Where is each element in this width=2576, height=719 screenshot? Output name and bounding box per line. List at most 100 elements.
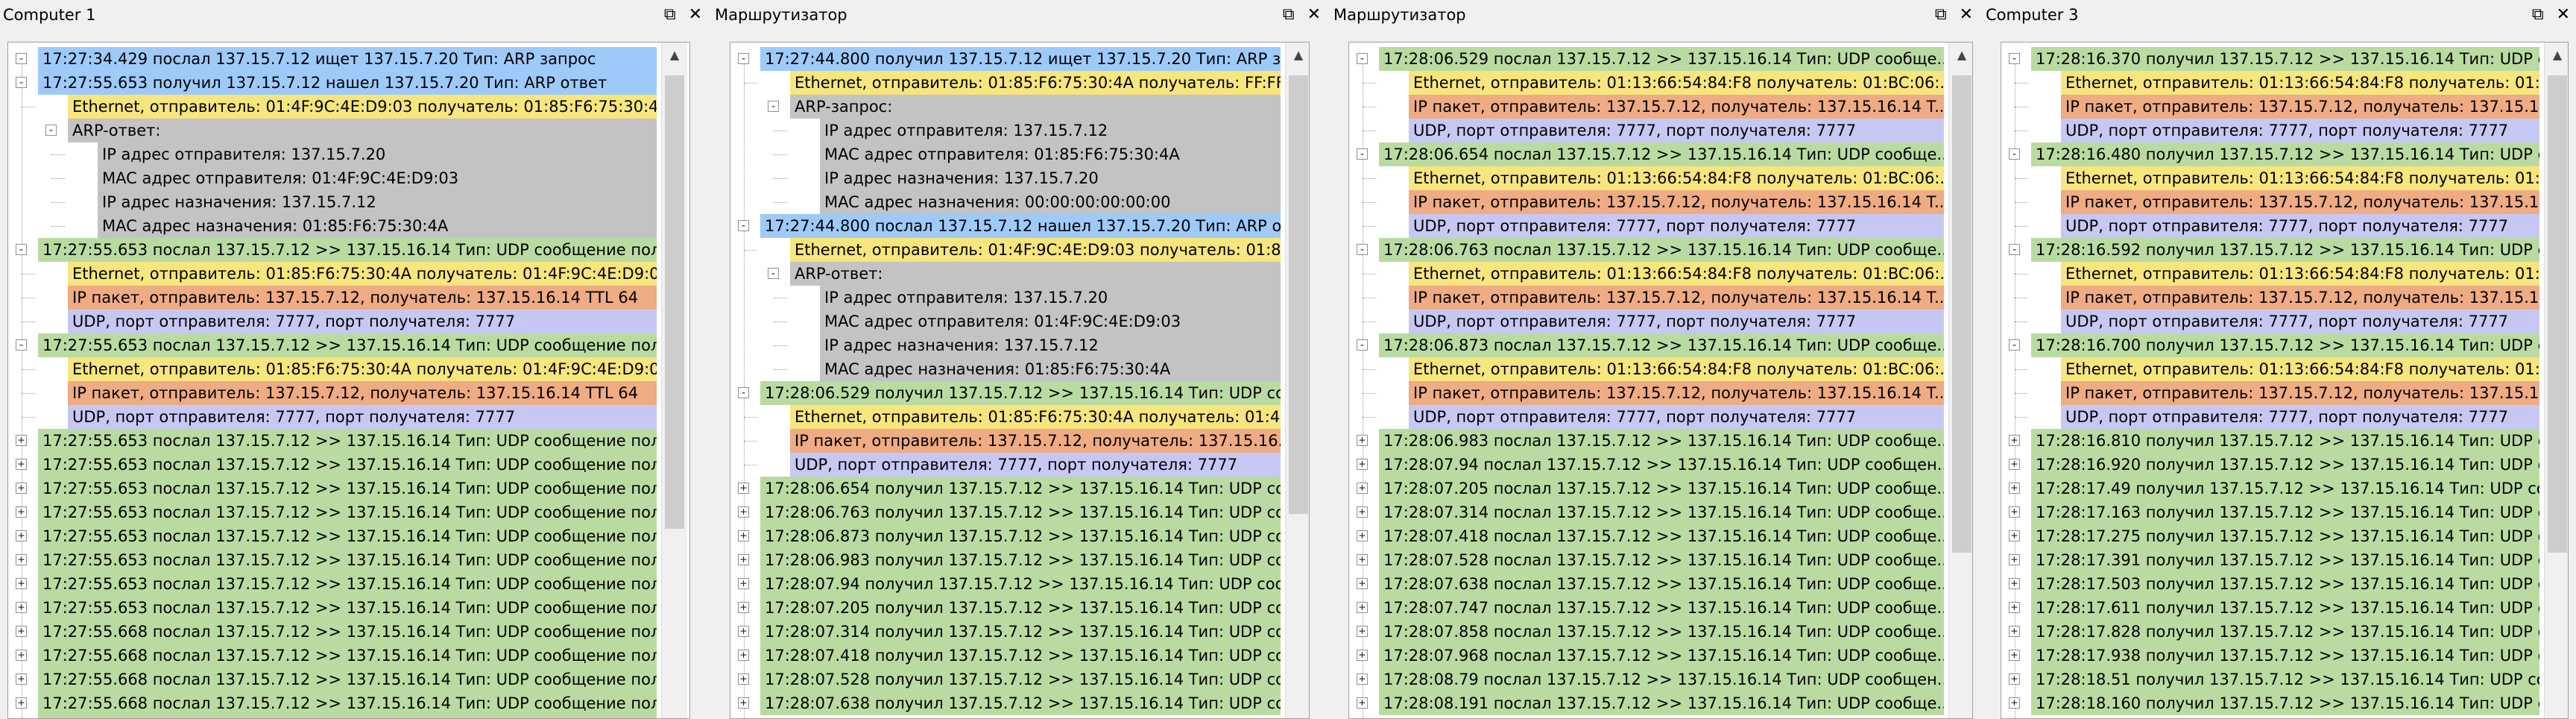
ethernet-detail-row[interactable]: Ethernet, отправитель: 01:85:F6:75:30:4A…	[8, 262, 657, 286]
collapse-icon[interactable]: -	[1357, 339, 1368, 351]
udp-event-row[interactable]: +17:28:17.503 получил 137.15.7.12 >> 137…	[2001, 572, 2539, 596]
udp-event-row[interactable]: +17:28:06.763 получил 137.15.7.12 >> 137…	[730, 500, 1281, 524]
expand-icon[interactable]: +	[1357, 626, 1368, 637]
expand-icon[interactable]: +	[1357, 530, 1368, 541]
scroll-up-icon[interactable]: ▲	[662, 43, 687, 68]
collapse-icon[interactable]: -	[1357, 244, 1368, 255]
udp-event-row[interactable]: +17:28:07.418 получил 137.15.7.12 >> 137…	[730, 644, 1281, 668]
expand-icon[interactable]: +	[2009, 554, 2020, 565]
expand-icon[interactable]: +	[2009, 530, 2020, 541]
ip-detail-row[interactable]: IP пакет, отправитель: 137.15.7.12, полу…	[2001, 95, 2539, 119]
restore-icon[interactable]: ⧉	[664, 4, 676, 25]
restore-icon[interactable]: ⧉	[2532, 4, 2544, 25]
close-icon[interactable]: ✕	[1960, 4, 1973, 25]
expand-icon[interactable]: +	[1357, 435, 1368, 446]
expand-icon[interactable]: +	[738, 674, 749, 685]
udp-event-row[interactable]: -17:27:55.653 послал 137.15.7.12 >> 137.…	[8, 238, 657, 262]
arp-event-row[interactable]: -17:27:55.653 получил 137.15.7.12 нашел …	[8, 71, 657, 95]
arp-event-row[interactable]: -17:27:34.429 послал 137.15.7.12 ищет 13…	[8, 47, 657, 71]
vertical-scrollbar[interactable]: ▲	[2544, 43, 2568, 718]
ethernet-detail-row[interactable]: Ethernet, отправитель: 01:13:66:54:84:F8…	[1349, 166, 1944, 190]
expand-icon[interactable]: +	[16, 554, 27, 565]
expand-icon[interactable]: +	[1357, 674, 1368, 685]
arp-detail-row[interactable]: MAC адрес отправителя: 01:4F:9C:4E:D9:03	[8, 166, 657, 190]
udp-event-row[interactable]: -17:28:06.529 получил 137.15.7.12 >> 137…	[730, 381, 1281, 405]
ethernet-detail-row[interactable]: Ethernet, отправитель: 01:4F:9C:4E:D9:03…	[8, 95, 657, 119]
expand-icon[interactable]: +	[2009, 650, 2020, 661]
collapse-icon[interactable]: -	[2009, 244, 2020, 255]
expand-icon[interactable]: +	[16, 530, 27, 541]
udp-port-detail-row[interactable]: UDP, порт отправителя: 7777, порт получа…	[2001, 214, 2539, 238]
udp-event-row[interactable]: +17:28:07.528 послал 137.15.7.12 >> 137.…	[1349, 548, 1944, 572]
vertical-scrollbar[interactable]: ▲	[1285, 43, 1309, 718]
udp-event-row[interactable]: +17:28:07.638 послал 137.15.7.12 >> 137.…	[1349, 572, 1944, 596]
expand-icon[interactable]: +	[16, 650, 27, 661]
close-icon[interactable]: ✕	[2557, 4, 2570, 25]
expand-icon[interactable]: +	[738, 506, 749, 518]
event-tree[interactable]: -17:27:44.800 получил 137.15.7.12 ищет 1…	[730, 42, 1310, 719]
collapse-icon[interactable]: -	[16, 339, 27, 351]
udp-event-row[interactable]: -17:28:06.763 послал 137.15.7.12 >> 137.…	[1349, 238, 1944, 262]
expand-icon[interactable]: +	[1357, 483, 1368, 494]
udp-event-row[interactable]: +17:28:17.275 получил 137.15.7.12 >> 137…	[2001, 524, 2539, 548]
expand-icon[interactable]: +	[16, 578, 27, 589]
expand-icon[interactable]: +	[738, 483, 749, 494]
collapse-icon[interactable]: -	[2009, 148, 2020, 160]
arp-detail-row[interactable]: MAC адрес назначения: 01:85:F6:75:30:4A	[8, 214, 657, 238]
arp-detail-row[interactable]: IP адрес назначения: 137.15.7.12	[8, 190, 657, 214]
close-icon[interactable]: ✕	[689, 4, 702, 25]
scrollbar-thumb[interactable]	[1952, 75, 1972, 553]
udp-event-row[interactable]: +17:28:16.920 получил 137.15.7.12 >> 137…	[2001, 453, 2539, 477]
collapse-icon[interactable]: -	[768, 268, 779, 279]
collapse-icon[interactable]: -	[738, 220, 749, 231]
collapse-icon[interactable]: -	[16, 53, 27, 64]
udp-event-row[interactable]: +17:27:55.668 послал 137.15.7.12 >> 137.…	[8, 691, 657, 715]
ip-detail-row[interactable]: IP пакет, отправитель: 137.15.7.12, полу…	[730, 429, 1281, 453]
collapse-icon[interactable]: -	[2009, 53, 2020, 64]
ethernet-detail-row[interactable]: Ethernet, отправитель: 01:13:66:54:84:F8…	[2001, 166, 2539, 190]
ethernet-detail-row[interactable]: Ethernet, отправитель: 01:13:66:54:84:F8…	[2001, 262, 2539, 286]
ip-detail-row[interactable]: IP пакет, отправитель: 137.15.7.12, полу…	[1349, 95, 1944, 119]
arp-detail-row[interactable]: IP адрес отправителя: 137.15.7.20	[730, 286, 1281, 310]
ip-detail-row[interactable]: IP пакет, отправитель: 137.15.7.12, полу…	[1349, 286, 1944, 310]
udp-port-detail-row[interactable]: UDP, порт отправителя: 7777, порт получа…	[2001, 405, 2539, 429]
udp-event-row[interactable]: +17:27:55.668 послал 137.15.7.12 >> 137.…	[8, 668, 657, 691]
udp-event-row[interactable]: +17:27:55.653 послал 137.15.7.12 >> 137.…	[8, 548, 657, 572]
ip-detail-row[interactable]: IP пакет, отправитель: 137.15.7.12, полу…	[2001, 190, 2539, 214]
expand-icon[interactable]: +	[2009, 435, 2020, 446]
udp-event-row[interactable]: +17:27:55.653 послал 137.15.7.12 >> 137.…	[8, 477, 657, 500]
udp-event-row[interactable]: -17:28:16.592 получил 137.15.7.12 >> 137…	[2001, 238, 2539, 262]
arp-detail-row[interactable]: MAC адрес отправителя: 01:4F:9C:4E:D9:03	[730, 310, 1281, 333]
udp-event-row[interactable]: +17:28:17.49 получил 137.15.7.12 >> 137.…	[2001, 477, 2539, 500]
udp-event-row[interactable]: +17:28:07.94 получил 137.15.7.12 >> 137.…	[730, 572, 1281, 596]
arp-detail-row[interactable]: - ARP-ответ:	[8, 119, 657, 142]
arp-detail-row[interactable]: - ARP-запрос:	[730, 95, 1281, 119]
collapse-icon[interactable]: -	[45, 125, 57, 136]
collapse-icon[interactable]: -	[1357, 148, 1368, 160]
restore-icon[interactable]: ⧉	[1283, 4, 1295, 25]
udp-event-row[interactable]: +17:28:17.163 получил 137.15.7.12 >> 137…	[2001, 500, 2539, 524]
scroll-up-icon[interactable]: ▲	[1949, 43, 1972, 68]
udp-event-row[interactable]: +17:27:55.653 послал 137.15.7.12 >> 137.…	[8, 524, 657, 548]
udp-event-row[interactable]: +17:28:07.747 послал 137.15.7.12 >> 137.…	[1349, 596, 1944, 620]
arp-detail-row[interactable]: IP адрес назначения: 137.15.7.20	[730, 166, 1281, 190]
expand-icon[interactable]: +	[738, 697, 749, 709]
collapse-icon[interactable]: -	[16, 244, 27, 255]
expand-icon[interactable]: +	[16, 435, 27, 446]
expand-icon[interactable]: +	[2009, 483, 2020, 494]
expand-icon[interactable]: +	[16, 483, 27, 494]
udp-event-row[interactable]: +17:27:55.653 послал 137.15.7.12 >> 137.…	[8, 596, 657, 620]
ip-detail-row[interactable]: IP пакет, отправитель: 137.15.7.12, полу…	[1349, 381, 1944, 405]
expand-icon[interactable]: +	[16, 506, 27, 518]
scroll-up-icon[interactable]: ▲	[2545, 43, 2568, 68]
udp-event-row[interactable]: +17:28:17.938 получил 137.15.7.12 >> 137…	[2001, 644, 2539, 668]
ethernet-detail-row[interactable]: Ethernet, отправитель: 01:13:66:54:84:F8…	[1349, 71, 1944, 95]
udp-event-row[interactable]: +17:28:17.828 получил 137.15.7.12 >> 137…	[2001, 620, 2539, 644]
expand-icon[interactable]: +	[2009, 674, 2020, 685]
expand-icon[interactable]: +	[16, 602, 27, 613]
udp-port-detail-row[interactable]: UDP, порт отправителя: 7777, порт получа…	[1349, 405, 1944, 429]
expand-icon[interactable]: +	[1357, 578, 1368, 589]
collapse-icon[interactable]: -	[738, 387, 749, 398]
arp-detail-row[interactable]: MAC адрес отправителя: 01:85:F6:75:30:4A	[730, 142, 1281, 166]
udp-event-row[interactable]: +17:27:55.653 послал 137.15.7.12 >> 137.…	[8, 572, 657, 596]
